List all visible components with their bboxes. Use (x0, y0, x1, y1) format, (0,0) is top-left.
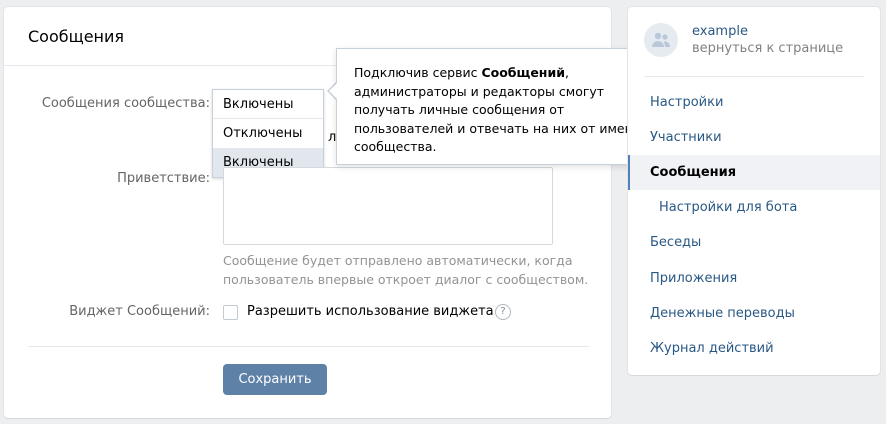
divider (28, 346, 589, 347)
messages-status-label: Сообщения сообщества: (41, 96, 210, 111)
sidebar-item-bot-settings[interactable]: Настройки для бота (628, 190, 880, 225)
sidebar-item-settings[interactable]: Настройки (628, 85, 880, 120)
sidebar-item-members[interactable]: Участники (628, 120, 880, 155)
widget-label: Виджет Сообщений: (69, 304, 210, 319)
sidebar-separator (644, 76, 864, 77)
sidebar-item-chats[interactable]: Беседы (628, 225, 880, 260)
greeting-hint: Сообщение будет отправлено автоматически… (223, 253, 589, 287)
tooltip-arrow-fill (329, 83, 337, 99)
community-header[interactable]: example вернуться к странице (644, 23, 843, 57)
help-icon[interactable]: ? (495, 304, 511, 320)
page-title: Сообщения (28, 26, 125, 46)
back-to-page-link[interactable]: вернуться к странице (692, 40, 843, 57)
dropdown-option-disabled[interactable]: Отключены (213, 119, 323, 148)
greeting-textarea[interactable] (223, 167, 553, 245)
widget-checkbox[interactable] (223, 305, 238, 320)
sidebar-item-messages[interactable]: Сообщения (628, 155, 880, 190)
dropdown-current-value[interactable]: Включены (213, 90, 323, 119)
community-name[interactable]: example (692, 23, 843, 40)
tooltip-text-bold: Сообщений (481, 65, 565, 80)
tooltip-text-prefix: Подключив сервис (354, 65, 482, 80)
greeting-label: Приветствие: (117, 171, 210, 186)
sidebar-item-money-transfers[interactable]: Денежные переводы (628, 296, 880, 331)
sidebar-item-apps[interactable]: Приложения (628, 261, 880, 296)
save-button[interactable]: Сохранить (223, 364, 327, 395)
messages-tooltip: Подключив сервис Сообщений, администрато… (336, 48, 668, 165)
avatar[interactable] (644, 23, 678, 57)
widget-checkbox-label[interactable]: Разрешить использование виджета (247, 304, 494, 319)
sidebar: example вернуться к странице Настройки У… (628, 7, 880, 375)
messages-status-dropdown[interactable]: Включены Отключены Включены (212, 89, 324, 178)
sidebar-item-action-log[interactable]: Журнал действий (628, 331, 880, 366)
group-icon (652, 32, 670, 47)
